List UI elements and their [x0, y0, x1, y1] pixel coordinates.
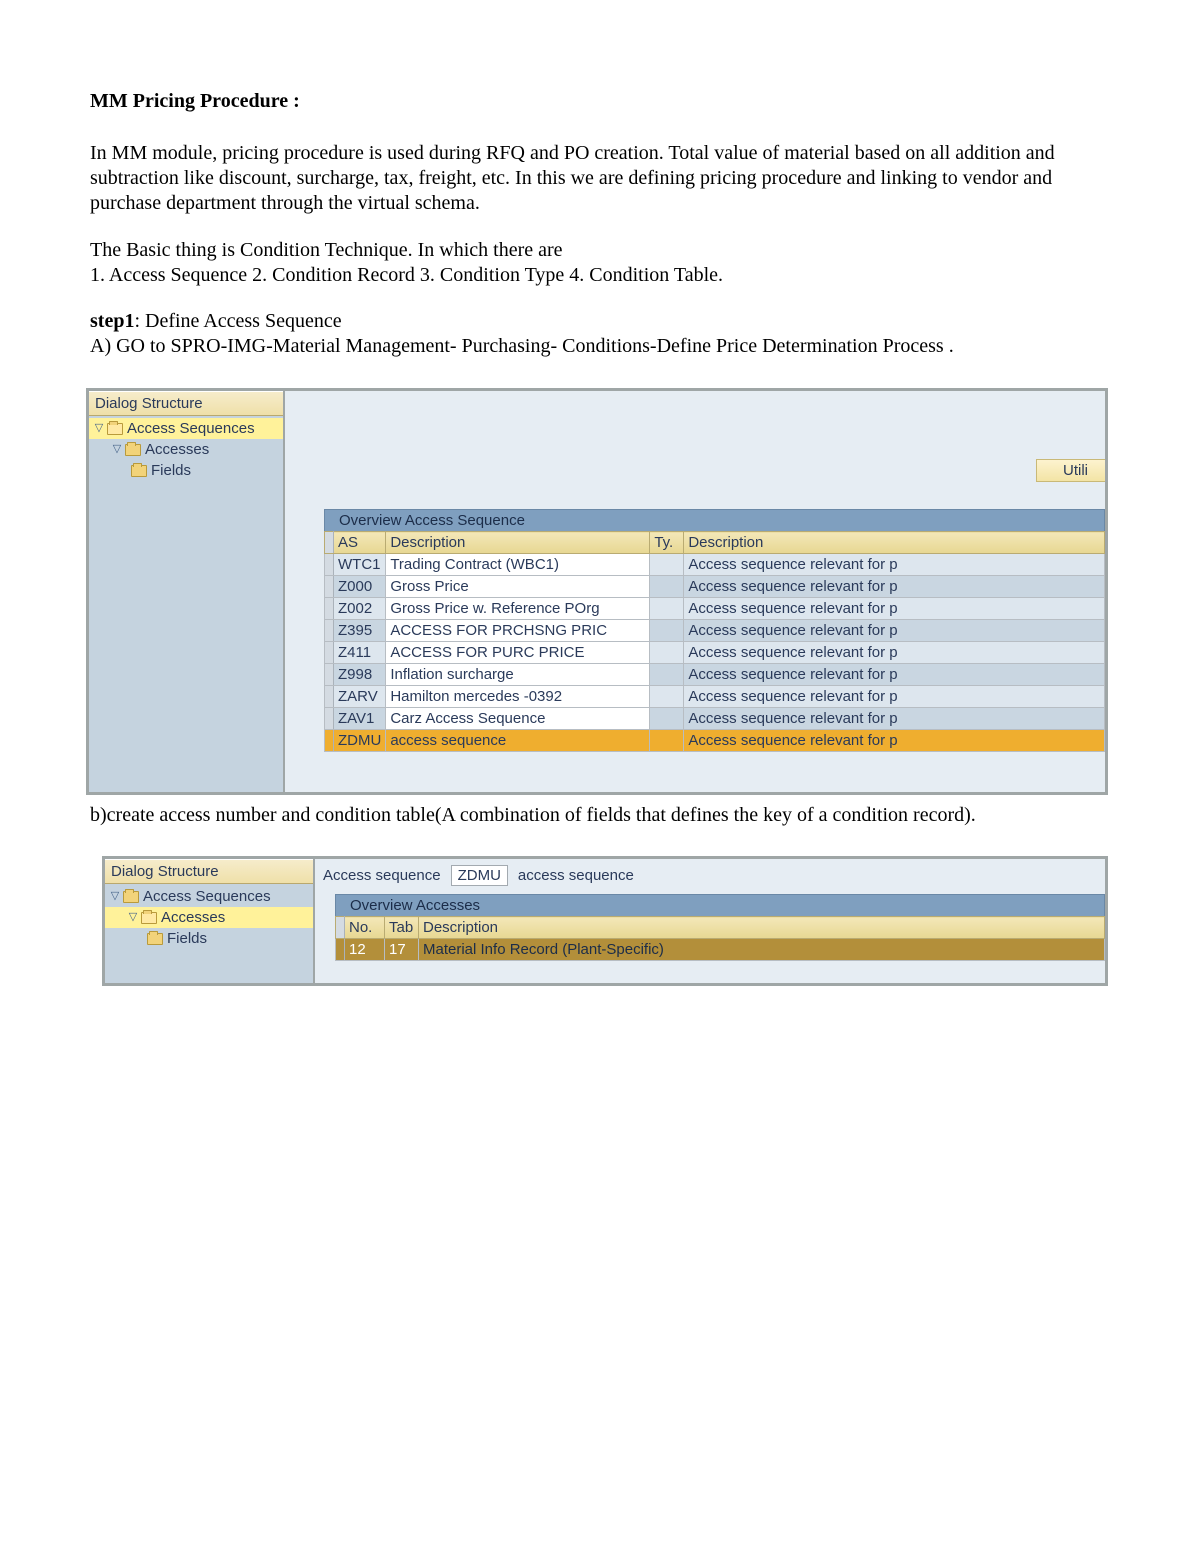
tree-node-fields[interactable]: Fields	[89, 460, 283, 481]
table-row[interactable]: WTC1Trading Contract (WBC1)Access sequen…	[325, 554, 1105, 576]
accesses-table[interactable]: No. Tab Description 12 17 Material Info …	[335, 916, 1105, 961]
tree-node-fields[interactable]: Fields	[105, 928, 313, 949]
table-header-row: AS Description Ty. Description	[325, 532, 1105, 554]
col-description[interactable]: Description	[386, 532, 650, 554]
col-type[interactable]: Ty.	[650, 532, 684, 554]
step1-line: step1: Define Access Sequence	[90, 310, 1110, 333]
expand-icon[interactable]: ▽	[127, 910, 139, 923]
dialog-structure-tree[interactable]: Dialog Structure ▽ Access Sequences ▽ Ac…	[89, 391, 285, 792]
col-tab[interactable]: Tab	[385, 917, 419, 939]
dialog-structure-tree[interactable]: Dialog Structure ▽ Access Sequences ▽ Ac…	[105, 859, 315, 983]
tree-label: Accesses	[145, 441, 209, 458]
folder-icon	[125, 444, 141, 456]
access-sequence-table[interactable]: AS Description Ty. Description WTC1Tradi…	[324, 531, 1105, 752]
table-row-selected[interactable]: ZDMUaccess sequenceAccess sequence relev…	[325, 730, 1105, 752]
step1b-text: b)create access number and condition tab…	[90, 803, 1110, 828]
tree-label: Fields	[151, 462, 191, 479]
overview-title: Overview Accesses	[335, 894, 1105, 916]
table-row[interactable]: Z000Gross PriceAccess sequence relevant …	[325, 576, 1105, 598]
table-row[interactable]: ZAV1Carz Access SequenceAccess sequence …	[325, 708, 1105, 730]
access-sequence-label: Access sequence	[323, 867, 441, 884]
tree-node-access-sequences[interactable]: ▽ Access Sequences	[89, 418, 283, 439]
main-pane: Utili Overview Access Sequence AS Descri…	[285, 391, 1105, 792]
folder-icon	[147, 933, 163, 945]
tree-label: Access Sequences	[127, 420, 255, 437]
tree-label: Accesses	[161, 909, 225, 926]
step1-label: step1	[90, 310, 134, 332]
row-handle-header	[336, 917, 345, 939]
step1-text: : Define Access Sequence	[134, 310, 341, 332]
tree-header: Dialog Structure	[105, 859, 313, 884]
col-no[interactable]: No.	[345, 917, 385, 939]
sap-screen-accesses: Dialog Structure ▽ Access Sequences ▽ Ac…	[102, 856, 1108, 986]
cond-line-2: 1. Access Sequence 2. Condition Record 3…	[90, 264, 723, 286]
table-row-selected[interactable]: 12 17 Material Info Record (Plant-Specif…	[336, 939, 1105, 961]
access-sequence-value[interactable]: ZDMU	[451, 865, 508, 886]
expand-icon[interactable]: ▽	[111, 442, 123, 455]
tree-label: Access Sequences	[143, 888, 271, 905]
sap-screen-access-sequence: Dialog Structure ▽ Access Sequences ▽ Ac…	[86, 388, 1108, 795]
table-row[interactable]: Z395ACCESS FOR PRCHSNG PRICAccess sequen…	[325, 620, 1105, 642]
tree-node-accesses[interactable]: ▽ Accesses	[105, 907, 313, 928]
table-row[interactable]: ZARVHamilton mercedes -0392Access sequen…	[325, 686, 1105, 708]
tree-node-access-sequences[interactable]: ▽ Access Sequences	[105, 886, 313, 907]
table-row[interactable]: Z998Inflation surchargeAccess sequence r…	[325, 664, 1105, 686]
intro-paragraph: In MM module, pricing procedure is used …	[90, 141, 1110, 216]
col-description[interactable]: Description	[419, 917, 1105, 939]
table-header-row: No. Tab Description	[336, 917, 1105, 939]
folder-open-icon	[107, 423, 123, 435]
access-sequence-field: Access sequence ZDMU access sequence	[315, 859, 1105, 894]
access-sequence-desc: access sequence	[518, 867, 634, 884]
tree-node-accesses[interactable]: ▽ Accesses	[89, 439, 283, 460]
table-row[interactable]: Z002Gross Price w. Reference POrgAccess …	[325, 598, 1105, 620]
main-pane: Access sequence ZDMU access sequence Ove…	[315, 859, 1105, 983]
col-as[interactable]: AS	[334, 532, 386, 554]
cond-line-1: The Basic thing is Condition Technique. …	[90, 239, 563, 261]
col-description-2[interactable]: Description	[684, 532, 1105, 554]
row-handle-header	[325, 532, 334, 554]
folder-icon	[123, 891, 139, 903]
page-title: MM Pricing Procedure :	[90, 90, 1110, 113]
tree-label: Fields	[167, 930, 207, 947]
expand-icon[interactable]: ▽	[109, 889, 121, 902]
table-row[interactable]: Z411ACCESS FOR PURC PRICEAccess sequence…	[325, 642, 1105, 664]
folder-open-icon	[141, 912, 157, 924]
tree-header: Dialog Structure	[89, 391, 283, 416]
expand-icon[interactable]: ▽	[93, 421, 105, 434]
step1-sub: A) GO to SPRO-IMG-Material Management- P…	[90, 335, 1110, 358]
folder-icon	[131, 465, 147, 477]
condition-technique-paragraph: The Basic thing is Condition Technique. …	[90, 238, 1110, 288]
overview-title: Overview Access Sequence	[324, 509, 1105, 531]
utilities-button[interactable]: Utili	[1036, 459, 1107, 482]
